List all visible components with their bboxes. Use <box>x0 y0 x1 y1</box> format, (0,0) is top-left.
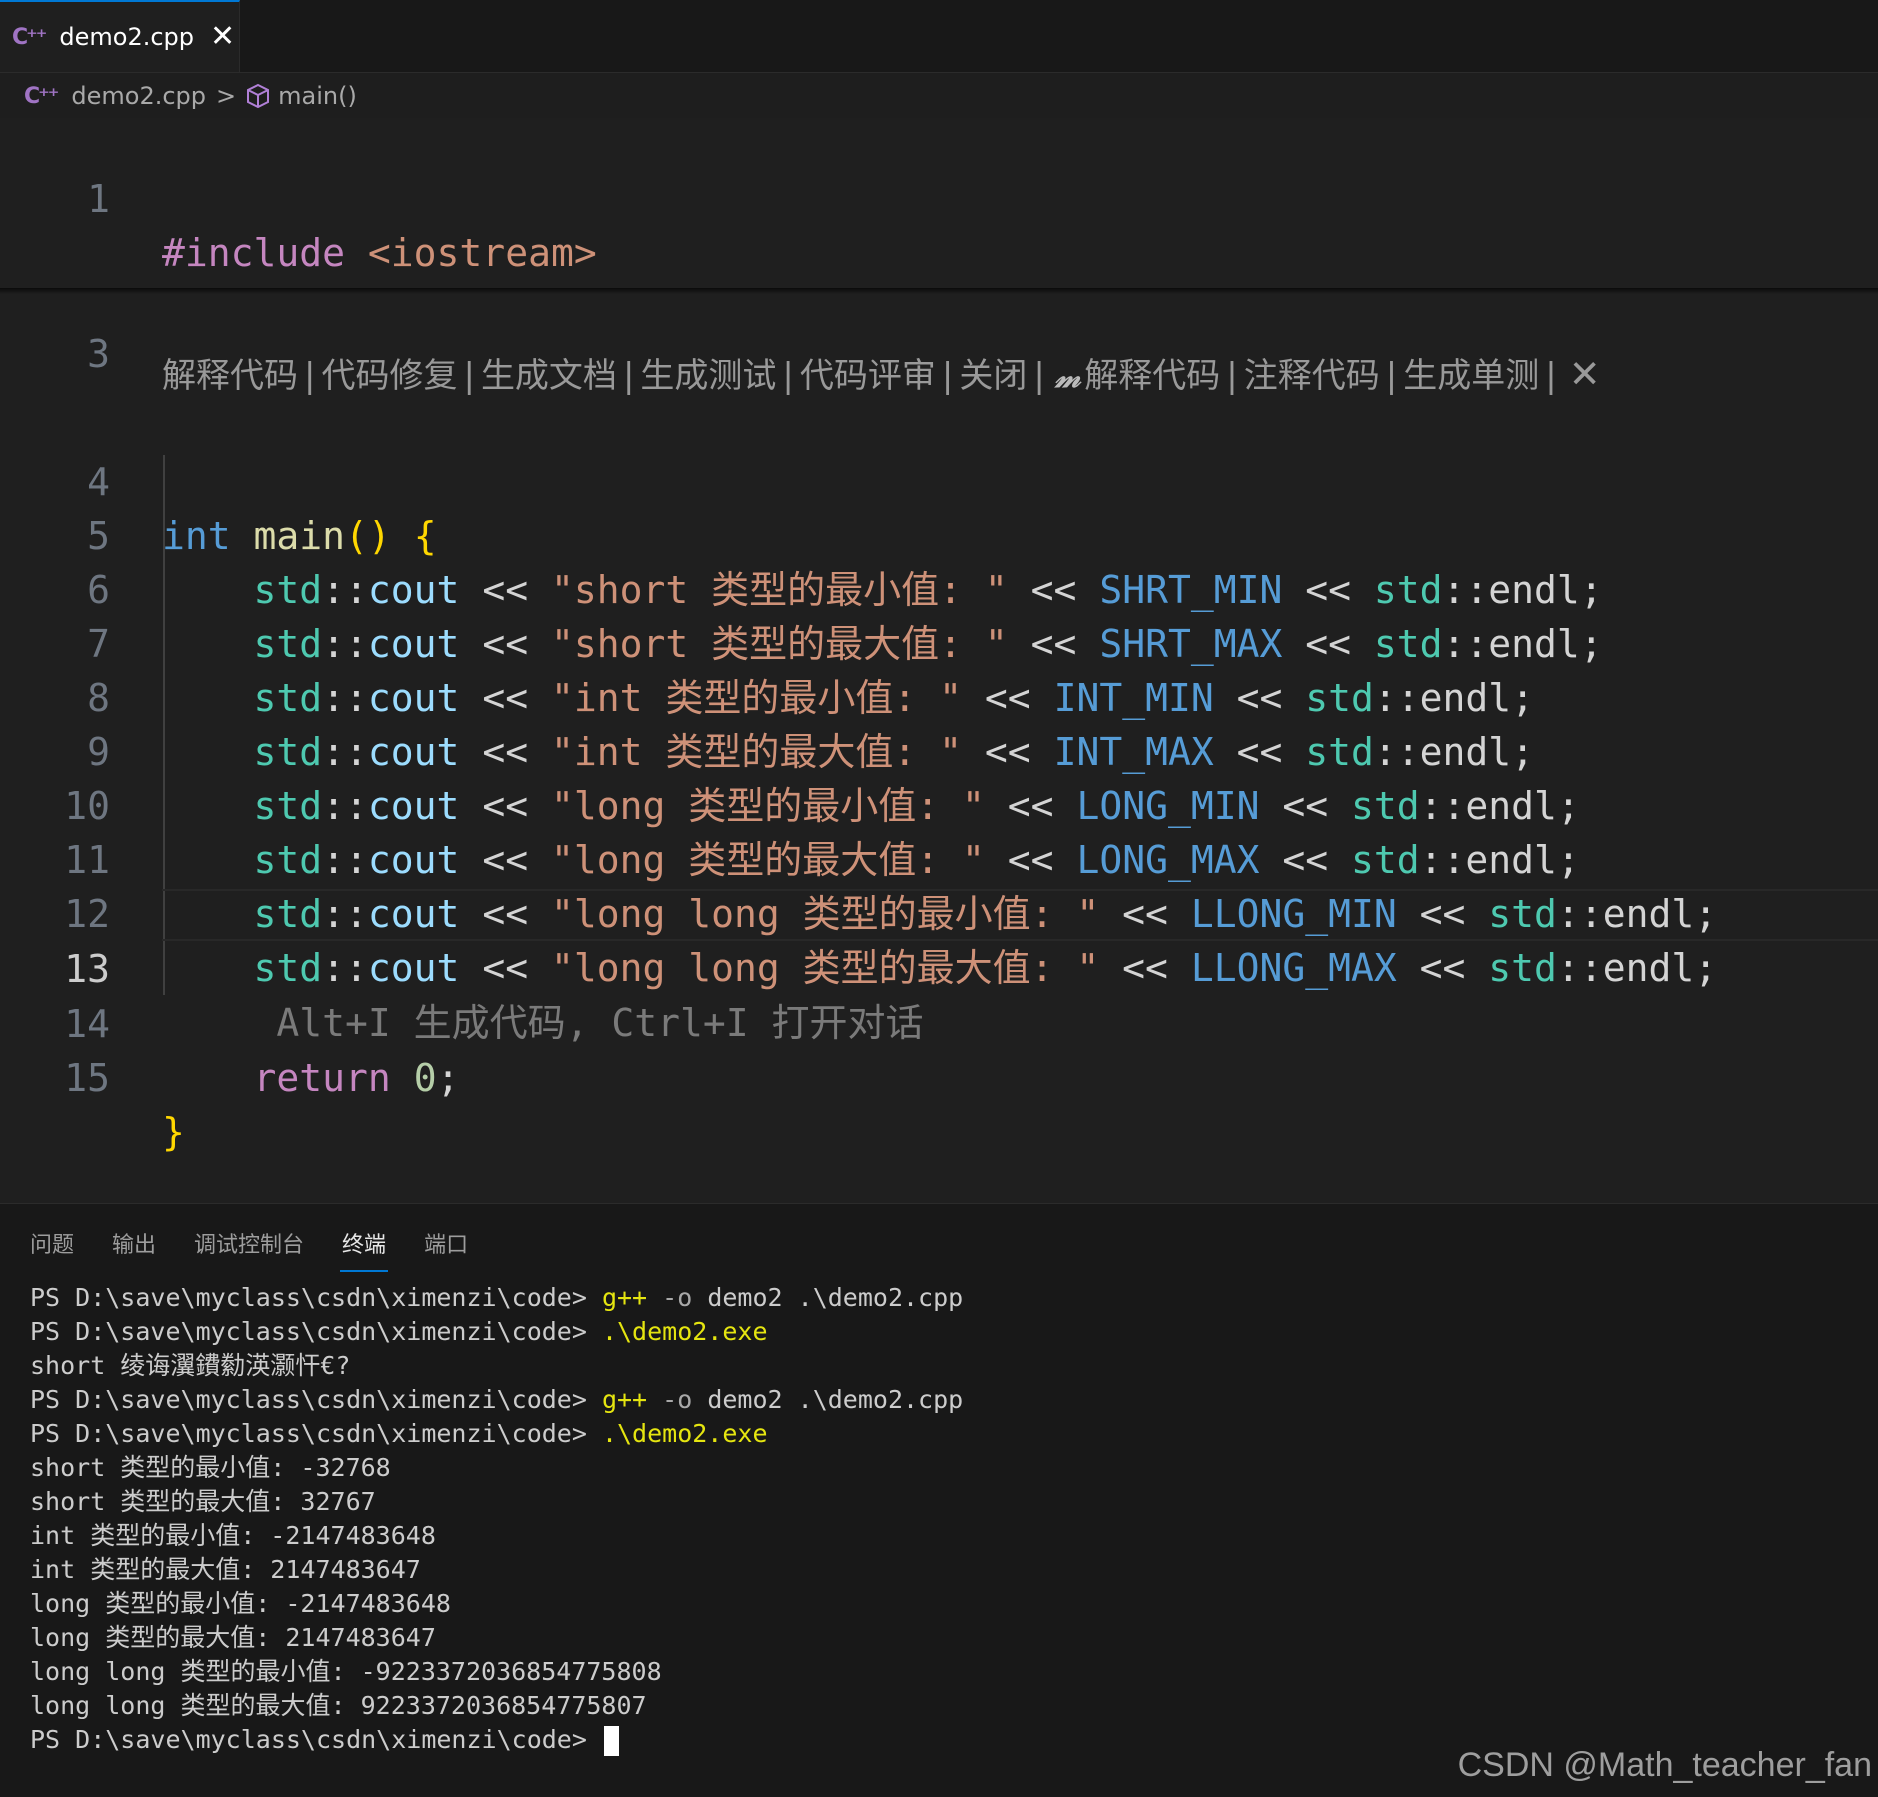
line-number: 3 <box>87 332 110 376</box>
code-line-11[interactable]: 11 std::cout << "long long 类型的最小值: " << … <box>0 779 1878 936</box>
code-line-15[interactable]: 15 } <box>0 997 1878 1154</box>
tab-debug-console[interactable]: 调试控制台 <box>194 1226 304 1266</box>
terminal-line: short 类型的最小值: -32768 <box>30 1453 391 1482</box>
method-cube-icon <box>247 83 270 109</box>
codelens-close[interactable]: 关闭 <box>959 356 1027 396</box>
terminal-line: long long 类型的最大值: 9223372036854775807 <box>30 1691 647 1720</box>
close-icon[interactable]: ✕ <box>210 22 235 52</box>
code-line-8[interactable]: 8 std::cout << "int 类型的最大值: " << INT_MAX… <box>0 617 1878 774</box>
tab-demo2-cpp[interactable]: C⁺⁺ demo2.cpp ✕ <box>0 0 240 72</box>
ai-codelens-bar: 解释代码 | 代码修复 | 生成文档 | 生成测试 | 代码评审 | 关闭 | 𝓂 解释代码 | 注释代码 | 生… <box>162 350 1601 398</box>
cpp-file-icon: C⁺⁺ <box>24 83 59 109</box>
code-line-13[interactable]: 13 Alt+I 生成代码, Ctrl+I 打开对话 <box>0 888 1878 1045</box>
terminal[interactable]: PS D:\save\myclass\csdn\ximenzi\code> g+… <box>30 1281 1870 1757</box>
terminal-cursor <box>603 1726 619 1756</box>
bottom-panel: 问题 输出 调试控制台 终端 端口 PS D:\save\myclass\csd… <box>0 1203 1878 1797</box>
tab-problems[interactable]: 问题 <box>30 1226 74 1266</box>
tab-output[interactable]: 输出 <box>112 1226 156 1266</box>
tab-terminal[interactable]: 终端 <box>340 1226 389 1272</box>
breadcrumb: C⁺⁺ demo2.cpp > main() <box>0 74 1878 118</box>
code-editor[interactable]: 1 #include <iostream> 3 解释代码 | 代码修复 | 生成文档 | 生… <box>0 118 1878 1203</box>
terminal-line: short 绫诲瀷鐨勬渶灏忓€? <box>30 1351 351 1380</box>
code-line-9[interactable]: 9 std::cout << "long 类型的最小值: " << LONG_M… <box>0 671 1878 828</box>
code-line-14[interactable]: 14 return 0; <box>0 943 1878 1100</box>
codelens-code-review[interactable]: 代码评审 <box>800 356 936 396</box>
codelens-generate-tests[interactable]: 生成测试 <box>640 356 776 396</box>
terminal-line: short 类型的最大值: 32767 <box>30 1487 376 1516</box>
tab-ports[interactable]: 端口 <box>424 1226 468 1266</box>
close-icon[interactable]: ✕ <box>1569 350 1601 398</box>
code-line-6[interactable]: 6 std::cout << "short 类型的最大值: " << SHRT_… <box>0 509 1878 666</box>
code-line-1[interactable]: 1 #include <iostream> <box>0 118 1878 275</box>
terminal-line: int 类型的最小值: -2147483648 <box>30 1521 436 1550</box>
codelens-generate-docs[interactable]: 生成文档 <box>481 356 617 396</box>
terminal-line: PS D:\save\myclass\csdn\ximenzi\code> g+… <box>30 1283 964 1312</box>
include-directive: #include <box>162 231 346 275</box>
panel-tabs: 问题 输出 调试控制台 终端 端口 <box>30 1226 506 1272</box>
chevron-right-icon: > <box>216 82 237 110</box>
codelens-fix-code[interactable]: 代码修复 <box>321 356 457 396</box>
codelens-explain-code[interactable]: 解释代码 <box>162 356 298 396</box>
terminal-line: long 类型的最大值: 2147483647 <box>30 1623 436 1652</box>
tab-label: demo2.cpp <box>59 23 194 51</box>
line-number: 1 <box>87 177 110 221</box>
code-line-12[interactable]: 12 std::cout << "long long 类型的最大值: " << … <box>0 833 1878 990</box>
code-line-7[interactable]: 7 std::cout << "int 类型的最小值: " << INT_MIN… <box>0 563 1878 720</box>
editor-tab-bar: C⁺⁺ demo2.cpp ✕ <box>0 0 1878 73</box>
terminal-line: PS D:\save\myclass\csdn\ximenzi\code> .\… <box>30 1317 768 1346</box>
ai-assistant-icon: 𝓂 <box>1054 359 1081 395</box>
include-header: <iostream> <box>367 231 597 275</box>
code-line-5[interactable]: 5 std::cout << "short 类型的最小值: " << SHRT_… <box>0 455 1878 612</box>
terminal-line: long long 类型的最小值: -9223372036854775808 <box>30 1657 662 1686</box>
terminal-line: PS D:\save\myclass\csdn\ximenzi\code> g+… <box>30 1385 964 1414</box>
codelens-generate-unit-tests[interactable]: 生成单测 <box>1403 356 1539 396</box>
codelens-comment-code[interactable]: 注释代码 <box>1244 356 1380 396</box>
breadcrumb-file[interactable]: demo2.cpp <box>71 82 206 110</box>
breadcrumb-symbol[interactable]: main() <box>278 82 357 110</box>
terminal-line: PS D:\save\myclass\csdn\ximenzi\code> .\… <box>30 1419 768 1448</box>
code-line-3[interactable]: 3 <box>0 273 1878 376</box>
watermark: CSDN @Math_teacher_fan <box>1457 1746 1872 1784</box>
code-line-10[interactable]: 10 std::cout << "long 类型的最大值: " << LONG_… <box>0 725 1878 882</box>
cpp-file-icon: C⁺⁺ <box>12 24 47 50</box>
code-line-4[interactable]: 4 int main() { <box>0 401 1878 558</box>
terminal-line: long 类型的最小值: -2147483648 <box>30 1589 451 1618</box>
codelens-explain-code-2[interactable]: 解释代码 <box>1084 356 1220 396</box>
line-number: 15 <box>64 1056 110 1100</box>
terminal-line: int 类型的最大值: 2147483647 <box>30 1555 421 1584</box>
